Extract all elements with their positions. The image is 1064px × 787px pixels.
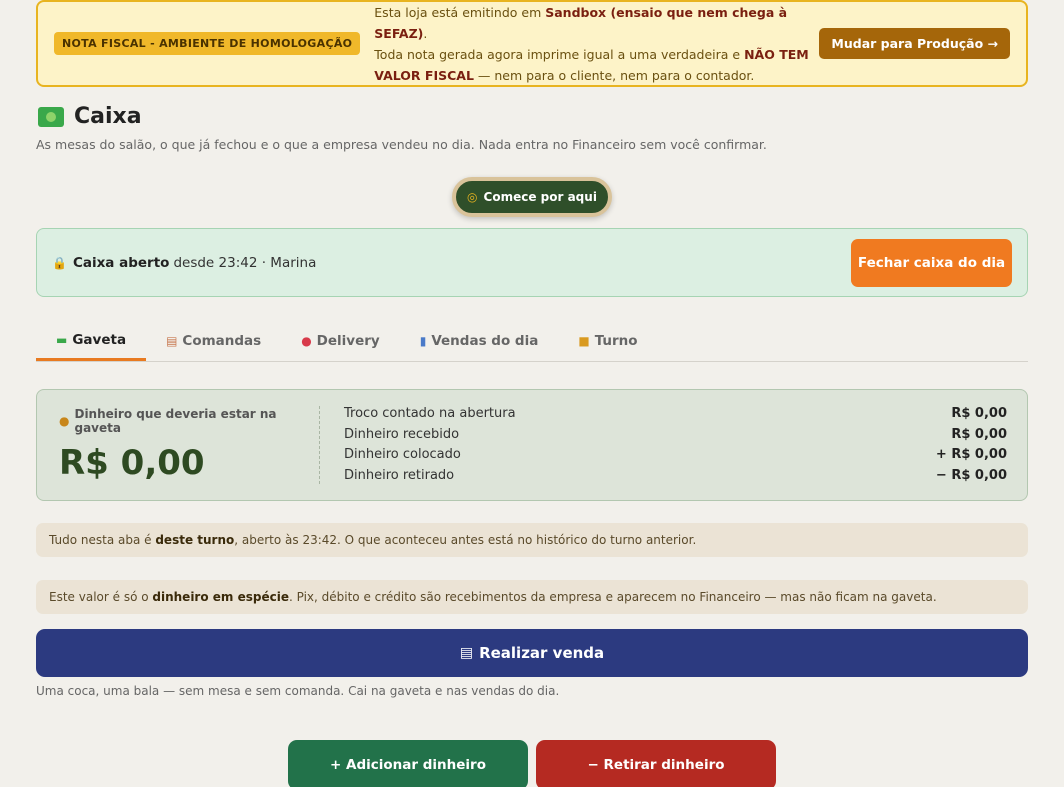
breakdown-label: Troco contado na abertura xyxy=(344,406,516,421)
note-part: Tudo nesta aba é xyxy=(49,533,156,547)
breakdown-value: − R$ 0,00 xyxy=(935,467,1007,483)
breakdown-row: Troco contado na abertura R$ 0,00 xyxy=(344,404,1007,425)
status-text: 🔒 Caixa aberto desde 23:42 · Marina xyxy=(52,255,316,271)
breakdown-label: Dinheiro colocado xyxy=(344,447,461,462)
note-bold: dinheiro em espécie xyxy=(152,590,289,604)
page-header: Caixa xyxy=(38,104,142,129)
tab-vendas-do-dia[interactable]: ▮ Vendas do dia xyxy=(400,321,559,361)
make-sale-button[interactable]: ▤ Realizar venda xyxy=(36,629,1028,677)
breakdown-value: R$ 0,00 xyxy=(951,426,1007,442)
banner-text-part: . xyxy=(423,25,428,41)
breakdown-row: Dinheiro recebido R$ 0,00 xyxy=(344,425,1007,446)
sale-hint: Uma coca, uma bala — sem mesa e sem coma… xyxy=(36,684,560,698)
lock-icon: 🔒 xyxy=(52,255,67,270)
note-part: , aberto às 23:42. O que aconteceu antes… xyxy=(234,533,697,547)
switch-to-production-button[interactable]: Mudar para Produção → xyxy=(819,28,1010,59)
cashier-status: 🔒 Caixa aberto desde 23:42 · Marina Fech… xyxy=(36,228,1028,297)
lock-icon: ■ xyxy=(578,334,590,348)
start-here-label: Comece por aqui xyxy=(483,190,597,204)
tab-comandas[interactable]: ▤ Comandas xyxy=(146,321,281,361)
page-subtitle: As mesas do salão, o que já fechou e o q… xyxy=(36,137,767,152)
tab-label: Turno xyxy=(594,333,638,349)
status-detail: desde 23:42 · Marina xyxy=(173,254,317,271)
cash-only-note: Este valor é só o dinheiro em espécie. P… xyxy=(36,580,1028,614)
page-title: Caixa xyxy=(74,104,142,129)
drawer-total-value: R$ 0,00 xyxy=(59,443,205,483)
tab-label: Comandas xyxy=(182,333,262,349)
tab-label: Vendas do dia xyxy=(431,333,539,349)
note-part: Este valor é só o xyxy=(49,590,153,604)
tab-turno[interactable]: ■ Turno xyxy=(558,321,657,361)
drawer-label-text: Dinheiro que deveria estar na gaveta xyxy=(74,407,277,435)
cash-icon: ▬ xyxy=(56,332,68,347)
drawer-summary: ● Dinheiro que deveria estar na gaveta R… xyxy=(36,389,1028,501)
tab-bar: ▬ Gaveta ▤ Comandas ● Delivery ▮ Vendas … xyxy=(36,321,1028,362)
chart-icon: ▮ xyxy=(419,334,427,348)
breakdown-label: Dinheiro retirado xyxy=(344,467,455,483)
close-cashier-button[interactable]: Fechar caixa do dia xyxy=(851,238,1012,287)
compass-icon: ◎ xyxy=(467,190,478,204)
add-cash-button[interactable]: + Adicionar dinheiro xyxy=(288,740,528,787)
breakdown-value: + R$ 0,00 xyxy=(935,447,1007,462)
cash-icon xyxy=(38,106,64,127)
banner-message: Esta loja está emitindo em Sandbox (ensa… xyxy=(374,2,819,86)
money-bag-icon: ● xyxy=(59,414,70,428)
note-text: Este valor é só o dinheiro em espécie. P… xyxy=(49,590,937,604)
clipboard-icon: ▤ xyxy=(166,334,178,348)
scooter-icon: ● xyxy=(301,334,312,348)
environment-badge: NOTA FISCAL - AMBIENTE DE HOMOLOGAÇÃO xyxy=(54,32,361,55)
breakdown-label: Dinheiro recebido xyxy=(344,426,460,442)
note-text: Tudo nesta aba é deste turno, aberto às … xyxy=(49,533,696,547)
breakdown-row: Dinheiro colocado + R$ 0,00 xyxy=(344,445,1007,466)
banner-text-part: Toda nota gerada agora imprime igual a u… xyxy=(374,46,745,62)
breakdown-row: Dinheiro retirado − R$ 0,00 xyxy=(344,466,1007,487)
note-bold: deste turno xyxy=(155,533,235,547)
banner-text-part: Esta loja está emitindo em xyxy=(374,4,546,20)
note-part: . Pix, débito e crédito são recebimentos… xyxy=(288,590,937,604)
remove-cash-button[interactable]: − Retirar dinheiro xyxy=(536,740,776,787)
banner-text-part: — nem para o cliente, nem para o contado… xyxy=(473,67,755,83)
drawer-total-label: ● Dinheiro que deveria estar na gaveta xyxy=(59,407,319,435)
tab-gaveta[interactable]: ▬ Gaveta xyxy=(36,321,147,361)
tab-label: Delivery xyxy=(316,333,380,349)
tab-delivery[interactable]: ● Delivery xyxy=(281,321,400,361)
make-sale-label: Realizar venda xyxy=(479,644,605,662)
receipt-icon: ▤ xyxy=(459,645,474,661)
shift-note: Tudo nesta aba é deste turno, aberto às … xyxy=(36,523,1028,557)
drawer-breakdown: Troco contado na abertura R$ 0,00 Dinheir… xyxy=(320,404,1027,486)
drawer-total: ● Dinheiro que deveria estar na gaveta R… xyxy=(37,406,320,484)
tab-label: Gaveta xyxy=(72,331,127,348)
status-bold: Caixa aberto xyxy=(72,254,170,271)
breakdown-value: R$ 0,00 xyxy=(951,406,1007,421)
start-here-button[interactable]: ◎ Comece por aqui xyxy=(452,177,612,217)
homologation-banner: NOTA FISCAL - AMBIENTE DE HOMOLOGAÇÃO Es… xyxy=(36,0,1028,87)
